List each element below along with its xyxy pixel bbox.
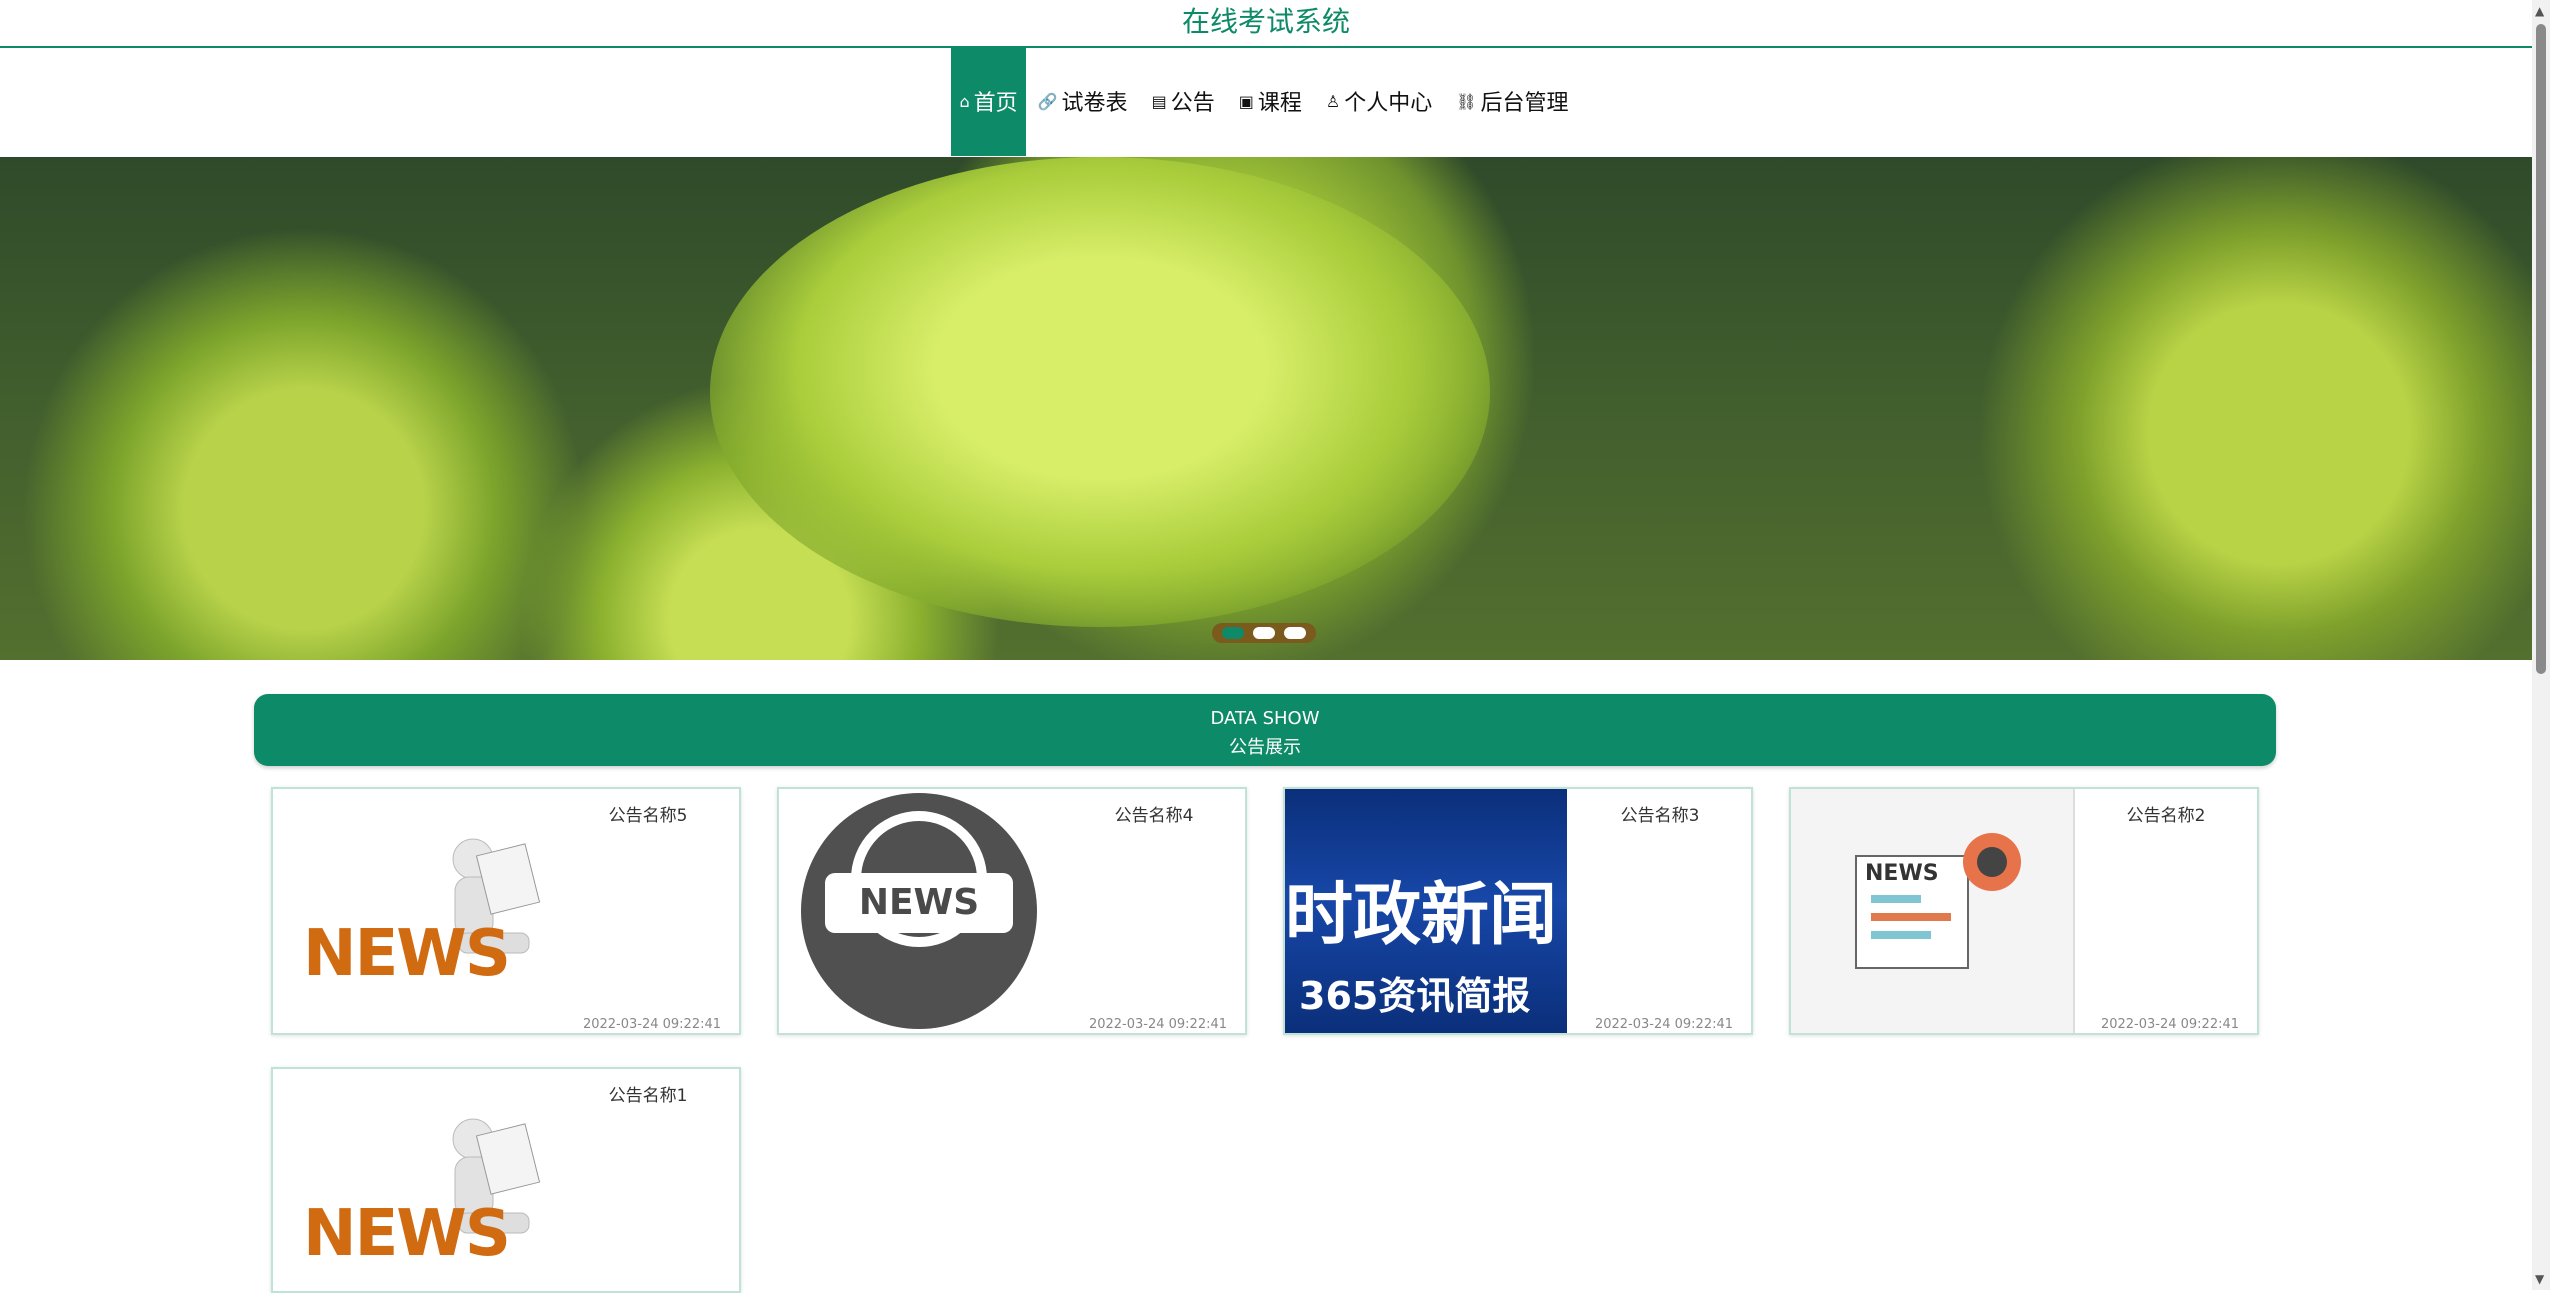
announcement-card[interactable]: NEWS 公告名称2 2022-03-24 09:22:41 xyxy=(1789,787,2259,1035)
announcement-thumbnail: NEWS xyxy=(273,789,555,1033)
scroll-down-arrow-icon[interactable]: ▼ xyxy=(2535,1272,2544,1286)
nav-item-personal-center[interactable]: ♙ 个人中心 xyxy=(1314,46,1444,156)
announcement-card[interactable]: NEWS 公告名称4 2022-03-24 09:22:41 xyxy=(777,787,1247,1035)
course-icon: ▣ xyxy=(1238,91,1254,111)
app-title: 在线考试系统 xyxy=(1181,5,1350,38)
user-icon: ♙ xyxy=(1325,91,1341,111)
newspaper-line xyxy=(1871,931,1931,939)
section-title-en: DATA SHOW xyxy=(1210,708,1320,729)
news-label: NEWS xyxy=(825,873,1013,933)
nav-label-courses: 课程 xyxy=(1257,91,1302,116)
carousel-dot-1[interactable] xyxy=(1222,627,1245,639)
carousel-dot-2[interactable] xyxy=(1252,627,1275,639)
announcement-card[interactable]: 时政新闻 365资讯简报 公告名称3 2022-03-24 09:22:41 xyxy=(1283,787,1753,1035)
announcement-title[interactable]: 公告名称2 xyxy=(2091,801,2241,826)
home-icon: ⌂ xyxy=(959,91,970,111)
nav-label-home: 首页 xyxy=(973,91,1018,116)
nav-item-admin[interactable]: ⛓ 后台管理 xyxy=(1444,46,1580,156)
section-header: DATA SHOW 公告展示 xyxy=(254,694,2276,766)
newspaper-icon: ▤ xyxy=(1151,91,1167,111)
announcement-time: 2022-03-24 09:22:41 xyxy=(2100,1017,2240,1032)
chain-link-icon: ⛓ xyxy=(1456,91,1477,111)
announcement-time: 2022-03-24 09:22:41 xyxy=(582,1017,722,1032)
announcement-card[interactable]: NEWS 公告名称5 2022-03-24 09:22:41 xyxy=(271,787,741,1035)
section-title-zh: 公告展示 xyxy=(1229,737,1301,758)
newspaper-line xyxy=(1871,895,1921,903)
banner-carousel[interactable] xyxy=(0,157,2532,660)
nav-item-home[interactable]: ⌂ 首页 xyxy=(951,46,1026,156)
banner-flower-image xyxy=(710,157,1490,627)
announcement-time: 2022-03-24 09:22:41 xyxy=(1594,1017,1734,1032)
nav-item-announcements[interactable]: ▤ 公告 xyxy=(1140,46,1227,156)
news-text-3d: NEWS xyxy=(303,1197,511,1271)
vertical-scrollbar[interactable]: ▲ ▼ xyxy=(2532,0,2550,1290)
nav-label-admin: 后台管理 xyxy=(1480,91,1569,116)
thumb-subline: 365资讯简报 xyxy=(1299,974,1531,1018)
top-title-bar: 在线考试系统 xyxy=(0,0,2532,48)
announcement-thumbnail: NEWS xyxy=(1791,789,2075,1033)
announcement-time: 2022-03-24 09:22:41 xyxy=(1088,1017,1228,1032)
announcement-card[interactable]: NEWS 公告名称1 xyxy=(271,1067,741,1293)
nav-label-announcements: 公告 xyxy=(1170,91,1215,116)
announcement-title[interactable]: 公告名称1 xyxy=(573,1081,723,1106)
announcement-thumbnail: 时政新闻 365资讯简报 xyxy=(1285,789,1567,1033)
nav-label-personal-center: 个人中心 xyxy=(1344,91,1433,116)
nav-item-courses[interactable]: ▣ 课程 xyxy=(1227,46,1314,156)
scrollbar-thumb[interactable] xyxy=(2536,24,2546,674)
nav-label-exam-papers: 试卷表 xyxy=(1061,91,1128,116)
carousel-indicators xyxy=(1212,623,1316,643)
main-nav: ⌂ 首页 🔗 试卷表 ▤ 公告 ▣ 课程 ♙ 个人中心 ⛓ 后台管理 xyxy=(0,46,2532,156)
announcement-title[interactable]: 公告名称5 xyxy=(573,801,723,826)
announcement-title[interactable]: 公告名称4 xyxy=(1079,801,1229,826)
scroll-up-arrow-icon[interactable]: ▲ xyxy=(2535,4,2544,18)
newspaper-line xyxy=(1871,913,1951,921)
announcement-thumbnail: NEWS xyxy=(273,1069,555,1291)
link-icon: 🔗 xyxy=(1037,91,1058,111)
news-text-3d: NEWS xyxy=(303,917,511,991)
thumb-headline: 时政新闻 xyxy=(1285,876,1558,955)
news-label: NEWS xyxy=(1865,861,1939,886)
announcement-title[interactable]: 公告名称3 xyxy=(1585,801,1735,826)
carousel-dot-3[interactable] xyxy=(1283,627,1306,639)
announcement-thumbnail: NEWS xyxy=(779,789,1061,1033)
coffee-icon xyxy=(1977,847,2007,877)
nav-item-exam-papers[interactable]: 🔗 试卷表 xyxy=(1026,46,1140,156)
